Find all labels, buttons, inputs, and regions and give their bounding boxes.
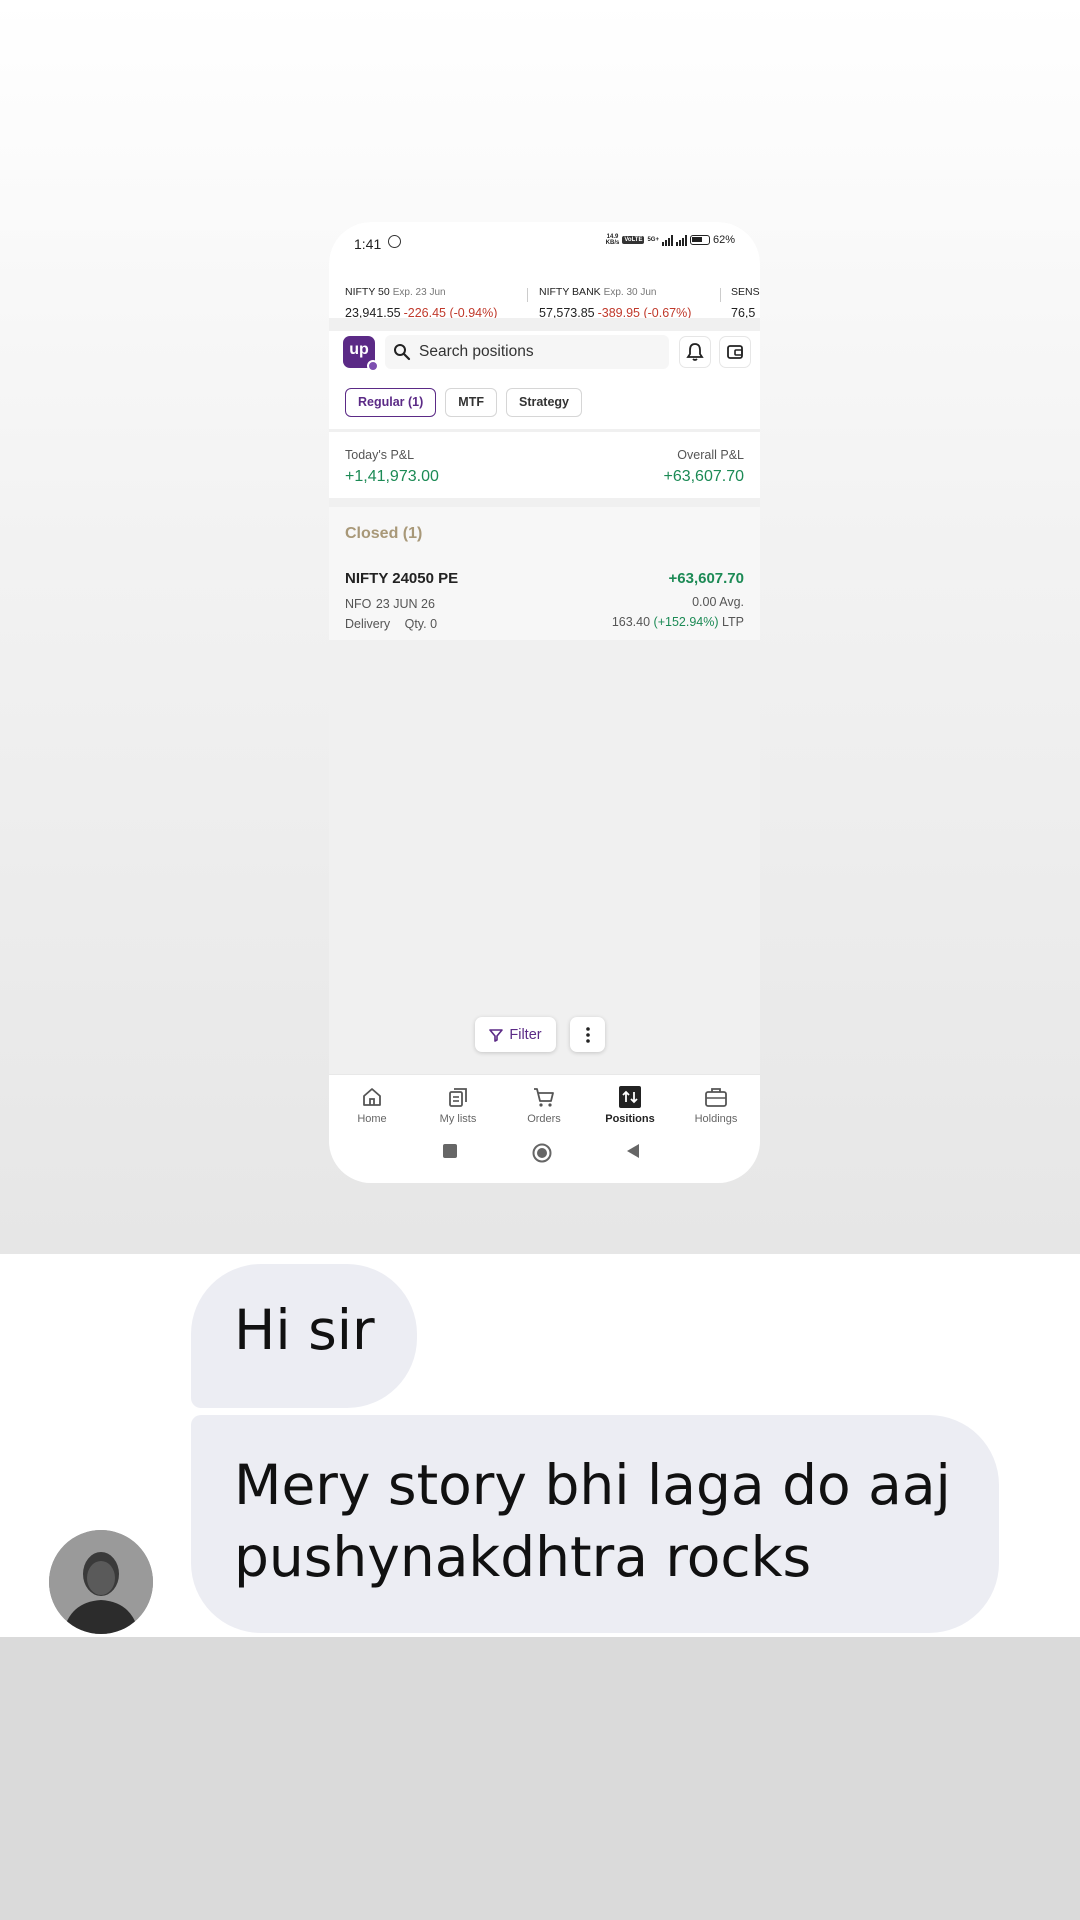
overall-pnl-value: +63,607.70 <box>663 468 744 485</box>
position-qty: Qty. 0 <box>404 617 438 631</box>
chat-message: Hi sir <box>191 1264 417 1408</box>
pnl-summary: Today's P&L +1,41,973.00 Overall P&L +63… <box>329 432 760 498</box>
positions-icon <box>619 1086 641 1108</box>
nav-home[interactable]: Home <box>329 1083 415 1125</box>
tab-strategy[interactable]: Strategy <box>505 388 583 417</box>
position-name: NIFTY 24050 PE <box>345 570 459 587</box>
position-tabs: Regular (1) MTF Strategy <box>329 375 760 429</box>
search-placeholder: Search positions <box>419 343 534 360</box>
volte-icon: VoLTE <box>622 236 645 244</box>
todays-pnl-value: +1,41,973.00 <box>345 468 439 485</box>
bell-icon <box>686 343 704 361</box>
whatsapp-icon <box>388 235 401 248</box>
status-bar: 1:41 14.9 KB/s VoLTE 5G+ 62% <box>329 222 760 266</box>
ticker-divider <box>720 288 721 302</box>
position-pnl: +63,607.70 <box>668 570 745 587</box>
notifications-button[interactable] <box>679 336 711 368</box>
position-exchange: NFO <box>345 597 372 611</box>
circle-home-icon <box>532 1143 552 1163</box>
position-expiry: 23 JUN 26 <box>375 597 435 611</box>
tab-mtf[interactable]: MTF <box>445 388 497 417</box>
more-vertical-icon <box>585 1026 590 1043</box>
avatar[interactable] <box>49 1530 153 1634</box>
signal-icon <box>661 234 673 246</box>
bottom-navigation: Home My lists Orders Positions Holdings <box>329 1074 760 1183</box>
cart-icon <box>534 1088 554 1107</box>
status-time: 1:41 <box>354 236 382 252</box>
ticker-item-niftybank[interactable]: NIFTY BANK Exp. 30 Jun 57,573.85 -389.95 (… <box>539 282 691 318</box>
signal-icon-2 <box>675 234 687 246</box>
phone-screenshot: 1:41 14.9 KB/s VoLTE 5G+ 62% NIFTY 50 Exp… <box>329 222 760 1183</box>
battery-percent: 62% <box>712 234 735 246</box>
position-avg: 0.00 Avg. <box>692 595 744 609</box>
nav-my-lists[interactable]: My lists <box>415 1083 501 1125</box>
home-icon <box>363 1088 381 1106</box>
nav-positions[interactable]: Positions <box>587 1083 673 1125</box>
recents-button[interactable] <box>442 1143 458 1164</box>
nav-orders[interactable]: Orders <box>501 1083 587 1125</box>
position-qty-row: Delivery Qty. 0 163.40 (+152.94%) LTP <box>345 615 744 633</box>
search-icon <box>394 344 411 361</box>
more-options-button[interactable] <box>570 1017 605 1052</box>
ticker-item-nifty50[interactable]: NIFTY 50 Exp. 23 Jun 23,941.55 -226.45 (-0… <box>345 282 497 318</box>
nav-holdings[interactable]: Holdings <box>673 1083 759 1125</box>
back-triangle-icon <box>627 1144 639 1158</box>
home-system-button[interactable] <box>532 1143 552 1168</box>
background-gray-band <box>0 1637 1080 1920</box>
tab-regular[interactable]: Regular (1) <box>345 388 437 417</box>
back-button[interactable] <box>625 1143 641 1164</box>
index-ticker[interactable]: NIFTY 50 Exp. 23 Jun 23,941.55 -226.45 (-0… <box>329 266 760 318</box>
network-speed: 14.9 KB/s <box>605 234 620 246</box>
account-switch-icon <box>367 360 379 372</box>
position-type: Delivery <box>345 617 391 631</box>
position-details-row: NFO 23 JUN 26 0.00 Avg. <box>345 595 744 613</box>
app-header: up Search positions <box>329 331 760 375</box>
ticker-divider <box>527 288 528 302</box>
chat-message: Mery story bhi laga do aaj pushynakdhtra… <box>191 1415 999 1633</box>
square-icon <box>443 1144 457 1158</box>
ticker-item-sensex[interactable]: SENS 76,5 <box>731 282 760 318</box>
wallet-icon <box>727 345 743 359</box>
network-type: 5G+ <box>647 237 659 243</box>
position-ltp: 163.40 (+152.94%) LTP <box>611 615 744 629</box>
search-input[interactable]: Search positions <box>385 335 669 369</box>
person-photo <box>49 1530 153 1634</box>
lists-icon <box>449 1088 467 1107</box>
closed-section-title[interactable]: Closed (1) <box>345 525 422 543</box>
wallet-button[interactable] <box>719 336 751 368</box>
filter-icon <box>489 1028 504 1042</box>
briefcase-icon <box>705 1088 727 1107</box>
todays-pnl-label: Today's P&L <box>345 448 415 462</box>
closed-positions-section: Closed (1) NIFTY 24050 PE +63,607.70 NFO… <box>329 507 760 640</box>
status-icons: 14.9 KB/s VoLTE 5G+ 62% <box>606 234 735 246</box>
filter-button[interactable]: Filter <box>475 1017 556 1052</box>
position-row[interactable]: NIFTY 24050 PE +63,607.70 <box>345 570 744 588</box>
battery-icon <box>689 235 710 245</box>
overall-pnl-label: Overall P&L <box>677 448 744 462</box>
app-logo[interactable]: up <box>343 336 379 372</box>
